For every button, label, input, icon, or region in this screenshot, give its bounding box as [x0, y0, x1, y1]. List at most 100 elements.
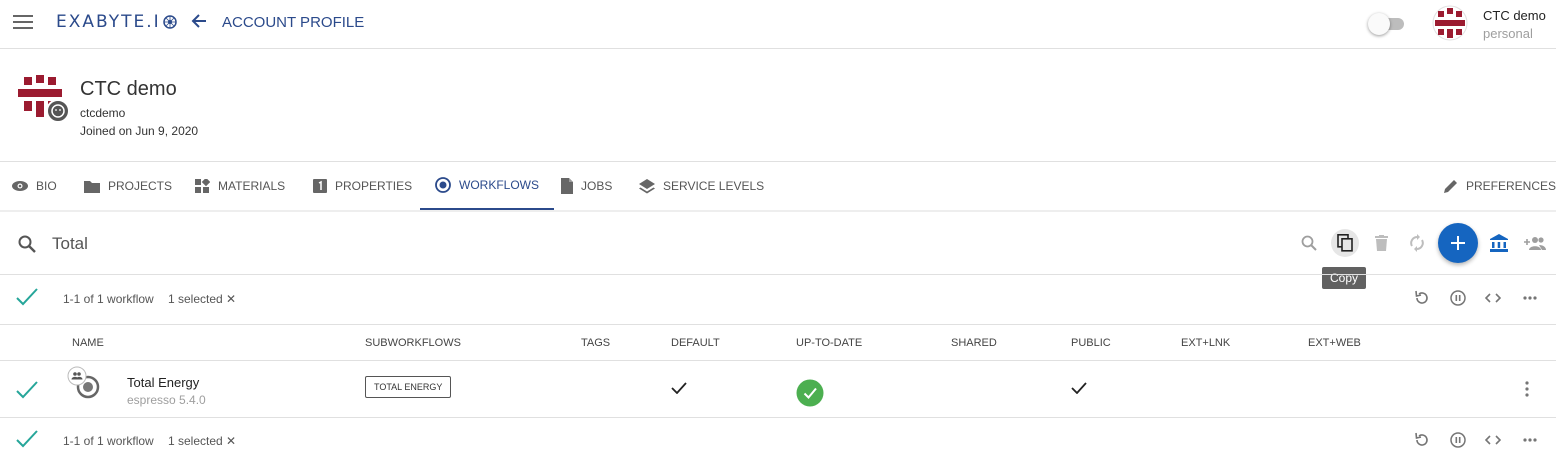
tab-label: JOBS [581, 179, 613, 193]
restore-button[interactable] [1408, 284, 1436, 312]
table-row[interactable]: Total Energy espresso 5.4.0 TOTAL ENERGY [0, 361, 1556, 417]
public-check-icon [1071, 382, 1087, 394]
select-all-check-icon[interactable] [16, 430, 38, 448]
column-header-tags[interactable]: TAGS [581, 337, 610, 349]
tab-projects[interactable]: PROJECTS [84, 162, 172, 210]
filter-search-button[interactable] [1295, 229, 1323, 257]
properties-icon [313, 179, 327, 193]
more-button[interactable] [1516, 426, 1544, 454]
more-horizontal-icon [1523, 296, 1537, 300]
brand-text: EXABYTE.I [56, 12, 161, 32]
tab-service-levels[interactable]: SERVICE LEVELS [639, 162, 764, 210]
document-icon [561, 178, 573, 194]
tab-label: SERVICE LEVELS [663, 179, 765, 193]
workflow-icon [435, 177, 451, 193]
search-icon [18, 235, 36, 253]
workflow-application: espresso 5.4.0 [127, 393, 206, 407]
user-plan: personal [1483, 26, 1533, 41]
tab-materials[interactable]: MATERIALS [195, 162, 285, 210]
profile-name: CTC demo [80, 78, 177, 100]
profile-username: ctcdemo [80, 106, 126, 120]
brand-logo-glyph [162, 15, 177, 29]
tab-bio[interactable]: BIO [12, 162, 57, 210]
result-count: 1-1 of 1 workflow [63, 292, 154, 306]
sync-icon [1410, 234, 1424, 252]
tab-label: PROPERTIES [335, 179, 413, 193]
row-more-vertical-icon[interactable] [1521, 381, 1533, 397]
code-icon [1485, 293, 1501, 303]
layers-icon [639, 178, 655, 193]
add-workflow-button[interactable] [1438, 223, 1478, 263]
pause-icon [1450, 290, 1466, 306]
selected-count[interactable]: 1 selected ✕ [168, 434, 236, 448]
column-header-ext-web[interactable]: EXT+WEB [1308, 337, 1361, 349]
divider [0, 324, 1556, 325]
restore-button[interactable] [1408, 426, 1436, 454]
tab-label: WORKFLOWS [459, 178, 539, 192]
column-header-shared[interactable]: SHARED [951, 337, 997, 349]
column-header-name[interactable]: NAME [72, 337, 104, 349]
profile-tabs: BIO PROJECTS MATERIALS PROPERTIES WORKFL… [0, 161, 1556, 212]
divider [0, 417, 1556, 418]
profile-joined-date: Joined on Jun 9, 2020 [80, 124, 199, 138]
copy-tooltip: Copy [1322, 267, 1367, 289]
user-avatar[interactable] [1432, 5, 1468, 41]
page-title: ACCOUNT PROFILE [222, 14, 365, 31]
restore-icon [1415, 432, 1428, 446]
column-header-up-to-date[interactable]: UP-TO-DATE [796, 337, 862, 349]
tab-jobs[interactable]: JOBS [561, 162, 612, 210]
select-all-check-icon[interactable] [16, 288, 38, 306]
tab-label: MATERIALS [218, 179, 286, 193]
column-header-subworkflows[interactable]: SUBWORKFLOWS [365, 337, 461, 349]
restore-icon [1415, 290, 1428, 304]
user-name[interactable]: CTC demo [1483, 8, 1546, 23]
tab-properties[interactable]: PROPERTIES [313, 162, 412, 210]
plus-icon [1451, 236, 1465, 250]
pause-icon [1450, 432, 1466, 448]
brand-logo[interactable]: EXABYTE.I [56, 12, 178, 32]
materials-icon [195, 178, 210, 193]
tab-label: PREFERENCES [1466, 179, 1556, 193]
copy-icon [1337, 234, 1353, 252]
code-button[interactable] [1479, 426, 1507, 454]
column-header-public[interactable]: PUBLIC [1071, 337, 1111, 349]
pause-button[interactable] [1444, 426, 1472, 454]
divider [0, 274, 1556, 275]
share-users-button[interactable] [1521, 229, 1549, 257]
subworkflow-chip[interactable]: TOTAL ENERGY [365, 376, 452, 398]
eye-icon [12, 181, 28, 191]
copy-button[interactable] [1331, 229, 1359, 257]
code-icon [1485, 435, 1501, 445]
bank-button[interactable] [1485, 229, 1513, 257]
selected-count[interactable]: 1 selected ✕ [168, 292, 236, 306]
folder-icon [84, 180, 100, 193]
search-icon [1301, 235, 1317, 251]
more-button[interactable] [1516, 284, 1544, 312]
sync-button[interactable] [1403, 229, 1431, 257]
profile-avatar [16, 73, 72, 125]
search-input[interactable]: Total [52, 234, 88, 254]
tab-label: BIO [36, 179, 57, 193]
back-arrow-icon[interactable] [190, 12, 208, 30]
pause-button[interactable] [1444, 284, 1472, 312]
tab-label: PROJECTS [108, 179, 173, 193]
menu-icon[interactable] [13, 14, 33, 30]
default-check-icon [671, 382, 687, 394]
workflow-app-icon [66, 365, 102, 401]
tab-workflows[interactable]: WORKFLOWS [420, 162, 554, 210]
top-app-bar: EXABYTE.I ACCOUNT PROFILE CTC demo perso… [0, 0, 1556, 49]
bank-icon [1490, 234, 1508, 252]
theme-toggle[interactable] [1368, 13, 1406, 35]
code-button[interactable] [1479, 284, 1507, 312]
column-header-default[interactable]: DEFAULT [671, 337, 720, 349]
row-selected-check-icon[interactable] [16, 381, 38, 399]
more-horizontal-icon [1523, 438, 1537, 442]
up-to-date-check-circle-icon [796, 379, 824, 407]
workflow-name[interactable]: Total Energy [127, 375, 199, 390]
tab-preferences[interactable]: PREFERENCES [1444, 162, 1556, 210]
delete-button[interactable] [1367, 229, 1395, 257]
column-header-ext-lnk[interactable]: EXT+LNK [1181, 337, 1230, 349]
trash-icon [1374, 235, 1388, 251]
add-group-icon [1524, 237, 1546, 250]
result-count: 1-1 of 1 workflow [63, 434, 154, 448]
